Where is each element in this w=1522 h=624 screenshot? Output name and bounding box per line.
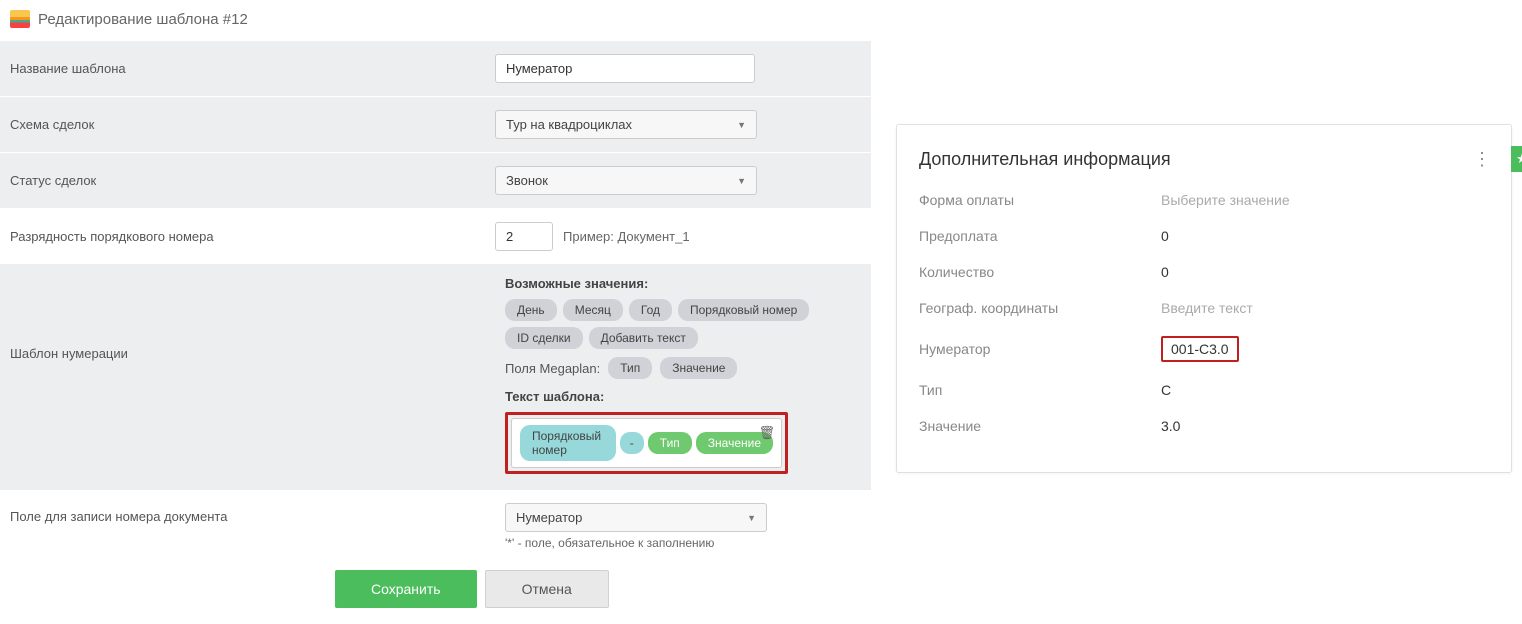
row-write-field: Поле для записи номера документа Нумерат… [0, 490, 871, 554]
info-value-geo[interactable]: Введите текст [1161, 300, 1253, 316]
chevron-down-icon: ▼ [737, 120, 746, 130]
info-label-value: Значение [919, 418, 1161, 434]
write-field-select[interactable]: Нумератор ▼ [505, 503, 767, 532]
form-actions: Сохранить Отмена [325, 554, 871, 624]
template-text-box[interactable]: Порядковый номер - Тип Значение 🗑 [511, 418, 782, 468]
star-tab[interactable]: ★ [1511, 146, 1522, 172]
chip-seq-number[interactable]: Порядковый номер [678, 299, 809, 321]
chip-year[interactable]: Год [629, 299, 672, 321]
digit-capacity-input[interactable] [495, 222, 553, 251]
info-label-prepay: Предоплата [919, 228, 1161, 244]
info-panel-header: Дополнительная информация ⋮ [919, 149, 1489, 170]
template-chip-seq[interactable]: Порядковый номер [520, 425, 616, 461]
write-field-value: Нумератор [516, 510, 582, 525]
chevron-down-icon: ▼ [747, 513, 756, 523]
info-value-quantity[interactable]: 0 [1161, 264, 1169, 280]
deal-scheme-select[interactable]: Тур на квадроциклах ▼ [495, 110, 757, 139]
megaplan-label: Поля Megaplan: [505, 361, 600, 376]
chip-deal-id[interactable]: ID сделки [505, 327, 583, 349]
label-deal-scheme: Схема сделок [10, 117, 495, 132]
info-label-geo: Географ. координаты [919, 300, 1161, 316]
deal-status-value: Звонок [506, 173, 548, 188]
template-name-input[interactable] [495, 54, 755, 83]
info-value-payment-form[interactable]: Выберите значение [1161, 192, 1290, 208]
row-deal-status: Статус сделок Звонок ▼ [0, 152, 871, 208]
info-label-numerator: Нумератор [919, 341, 1161, 357]
template-icon [10, 10, 30, 28]
info-value-type[interactable]: C [1161, 382, 1171, 398]
chip-add-text[interactable]: Добавить текст [589, 327, 698, 349]
page-header: Редактирование шаблона #12 [0, 0, 871, 40]
info-row-value: Значение 3.0 [919, 418, 1489, 434]
template-chip-type[interactable]: Тип [648, 432, 692, 454]
info-row-type: Тип C [919, 382, 1489, 398]
info-value-numerator[interactable]: 001-C3.0 [1161, 336, 1239, 362]
info-label-type: Тип [919, 382, 1161, 398]
chip-month[interactable]: Месяц [563, 299, 623, 321]
digit-capacity-hint: Пример: Документ_1 [563, 229, 690, 244]
info-row-quantity: Количество 0 [919, 264, 1489, 280]
row-deal-scheme: Схема сделок Тур на квадроциклах ▼ [0, 96, 871, 152]
chevron-down-icon: ▼ [737, 176, 746, 186]
info-row-prepay: Предоплата 0 [919, 228, 1489, 244]
required-field-note: '*' - поле, обязательное к заполнению [505, 536, 861, 550]
label-deal-status: Статус сделок [10, 173, 495, 188]
info-label-quantity: Количество [919, 264, 1161, 280]
label-template-name: Название шаблона [10, 61, 495, 76]
megaplan-fields-row: Поля Megaplan: Тип Значение [505, 357, 861, 379]
deal-status-select[interactable]: Звонок ▼ [495, 166, 757, 195]
chip-mega-type[interactable]: Тип [608, 357, 652, 379]
possible-values-label: Возможные значения: [505, 276, 861, 291]
info-row-payment-form: Форма оплаты Выберите значение [919, 192, 1489, 208]
row-template-name: Название шаблона [0, 40, 871, 96]
info-row-numerator: Нумератор 001-C3.0 [919, 336, 1489, 362]
save-button[interactable]: Сохранить [335, 570, 477, 608]
trash-icon[interactable]: 🗑 [758, 425, 775, 441]
cancel-button[interactable]: Отмена [485, 570, 609, 608]
deal-scheme-value: Тур на квадроциклах [506, 117, 632, 132]
template-text-highlight: Порядковый номер - Тип Значение 🗑 [505, 412, 788, 474]
info-value-value[interactable]: 3.0 [1161, 418, 1180, 434]
template-chip-sep[interactable]: - [620, 432, 644, 454]
label-write-field: Поле для записи номера документа [10, 503, 495, 524]
additional-info-panel: ★ Дополнительная информация ⋮ Форма опла… [896, 124, 1512, 473]
row-numbering-template: Шаблон нумерации Возможные значения: Ден… [0, 264, 871, 490]
template-text-label: Текст шаблона: [505, 389, 861, 404]
info-row-geo: Географ. координаты Введите текст [919, 300, 1489, 316]
page-title: Редактирование шаблона #12 [38, 11, 248, 28]
dots-menu-icon[interactable]: ⋮ [1473, 149, 1489, 170]
chip-mega-value[interactable]: Значение [660, 357, 737, 379]
chip-day[interactable]: День [505, 299, 557, 321]
info-panel-title: Дополнительная информация [919, 149, 1171, 170]
info-label-payment-form: Форма оплаты [919, 192, 1161, 208]
template-editor-panel: Редактирование шаблона #12 Название шабл… [0, 0, 871, 624]
possible-values-chips: День Месяц Год Порядковый номер ID сделк… [505, 299, 861, 349]
label-digit-capacity: Разрядность порядкового номера [10, 229, 495, 244]
row-digit-capacity: Разрядность порядкового номера Пример: Д… [0, 208, 871, 264]
label-numbering-template: Шаблон нумерации [10, 276, 495, 361]
info-value-prepay[interactable]: 0 [1161, 228, 1169, 244]
